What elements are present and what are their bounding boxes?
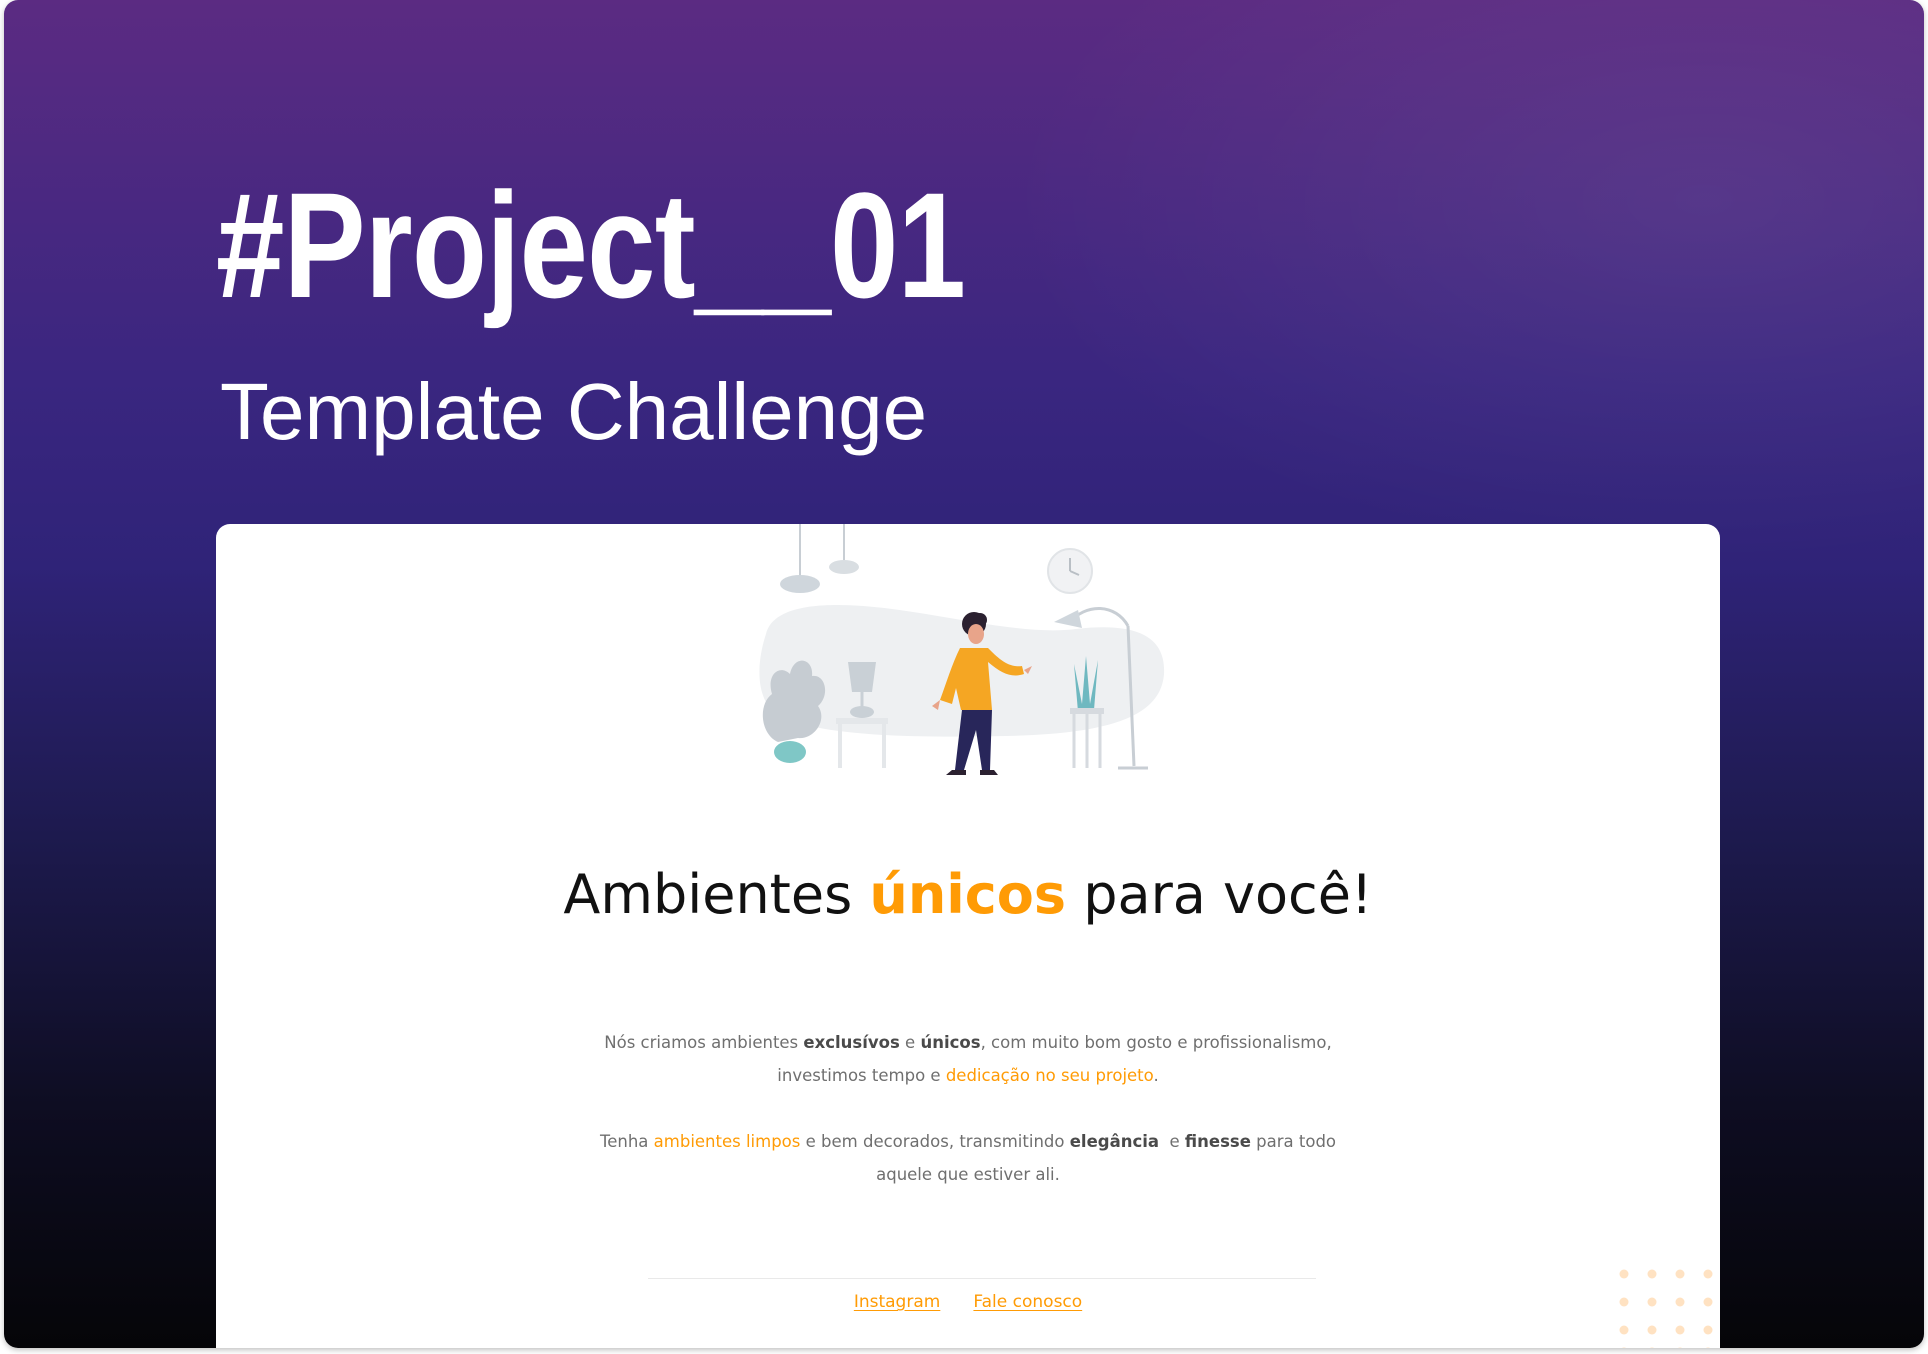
headline-text-start: Ambientes: [563, 863, 870, 926]
template-preview: Ambientes únicos para você! Nós criamos …: [216, 524, 1720, 1348]
headline-accent-word: únicos: [869, 863, 1067, 926]
highlighted-phrase: dedicação no seu projeto: [945, 1066, 1154, 1085]
contact-link[interactable]: Fale conosco: [973, 1292, 1082, 1312]
bold-word: finesse: [1184, 1132, 1251, 1151]
highlighted-phrase: ambientes limpos: [653, 1132, 801, 1151]
instagram-link[interactable]: Instagram: [854, 1292, 941, 1312]
project-subtitle: Template Challenge: [220, 367, 928, 456]
paragraph-text: e: [1159, 1132, 1185, 1151]
headline-text-end: para você!: [1066, 863, 1373, 926]
living-room-illustration: [759, 524, 1165, 775]
hanging-lamp-icon: [780, 524, 820, 593]
paragraph-text: e: [899, 1033, 921, 1052]
project-title: #Project__01: [216, 161, 966, 329]
footer-links: Instagram Fale conosco: [216, 1292, 1720, 1312]
intro-paragraph: Nós criamos ambientes exclusívos e único…: [588, 1026, 1348, 1092]
hanging-lamp-icon: [829, 524, 859, 574]
paragraph-text: Tenha: [599, 1132, 654, 1151]
secondary-paragraph: Tenha ambientes limpos e bem decorados, …: [588, 1125, 1348, 1191]
bold-word: elegância: [1069, 1132, 1160, 1151]
paragraph-text: Nós criamos ambientes: [604, 1033, 804, 1052]
project-banner: #Project__01 Template Challenge Ambiente…: [4, 0, 1924, 1348]
dot-pattern-decoration: [1619, 1269, 1713, 1348]
paragraph-text: .: [1153, 1066, 1159, 1085]
bold-word: únicos: [920, 1033, 981, 1052]
preview-headline: Ambientes únicos para você!: [216, 862, 1720, 928]
paragraph-text: e bem decorados, transmitindo: [800, 1132, 1070, 1151]
bold-word: exclusívos: [803, 1033, 900, 1052]
footer-divider: [648, 1278, 1316, 1279]
wall-clock-icon: [1047, 548, 1093, 594]
